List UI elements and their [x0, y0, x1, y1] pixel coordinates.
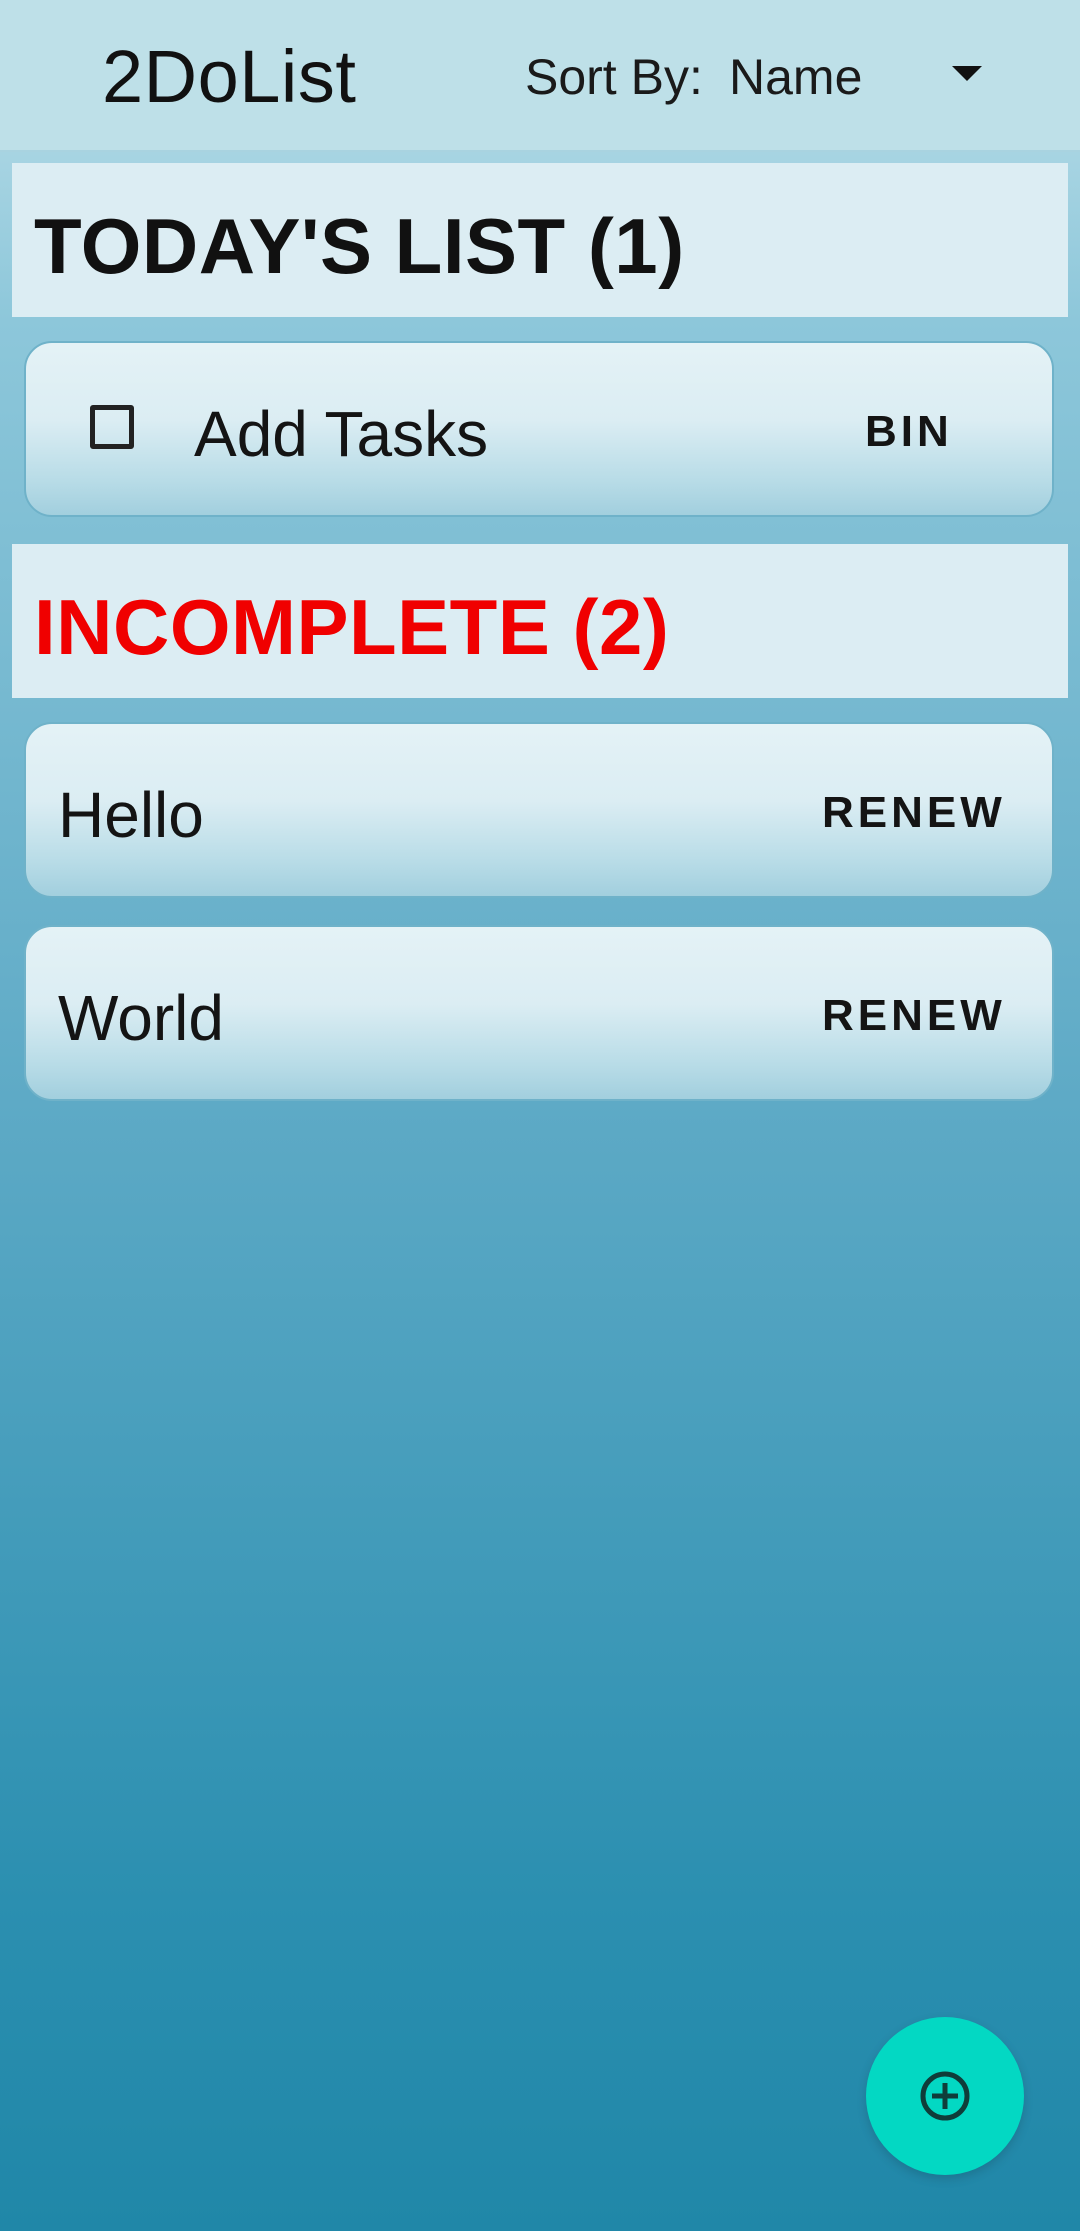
task-label: World — [58, 982, 224, 1054]
app-bar: 2DoList Sort By: Name — [0, 0, 1080, 152]
task-card-world[interactable]: World RENEW — [24, 925, 1054, 1101]
bin-button[interactable]: BIN — [865, 407, 953, 457]
renew-button[interactable]: RENEW — [822, 788, 1006, 838]
task-card-hello[interactable]: Hello RENEW — [24, 722, 1054, 898]
sort-by-value: Name — [729, 49, 863, 105]
task-checkbox[interactable] — [90, 405, 134, 449]
incomplete-header: INCOMPLETE (2) — [12, 544, 1068, 698]
todays-list-header: TODAY'S LIST (1) — [12, 163, 1068, 317]
task-label: Hello — [58, 779, 204, 851]
renew-button[interactable]: RENEW — [822, 991, 1006, 1041]
sort-by-dropdown[interactable]: Name — [725, 36, 1020, 114]
add-circle-icon — [920, 2071, 970, 2121]
incomplete-title: INCOMPLETE (2) — [34, 583, 670, 671]
sort-by-label: Sort By: — [525, 49, 703, 105]
app-title: 2DoList — [102, 35, 357, 118]
add-task-fab[interactable] — [866, 2017, 1024, 2175]
chevron-down-icon — [952, 66, 982, 81]
task-card-add-tasks[interactable]: Add Tasks BIN — [24, 341, 1054, 517]
task-label: Add Tasks — [194, 398, 489, 470]
todays-list-title: TODAY'S LIST (1) — [34, 202, 685, 290]
